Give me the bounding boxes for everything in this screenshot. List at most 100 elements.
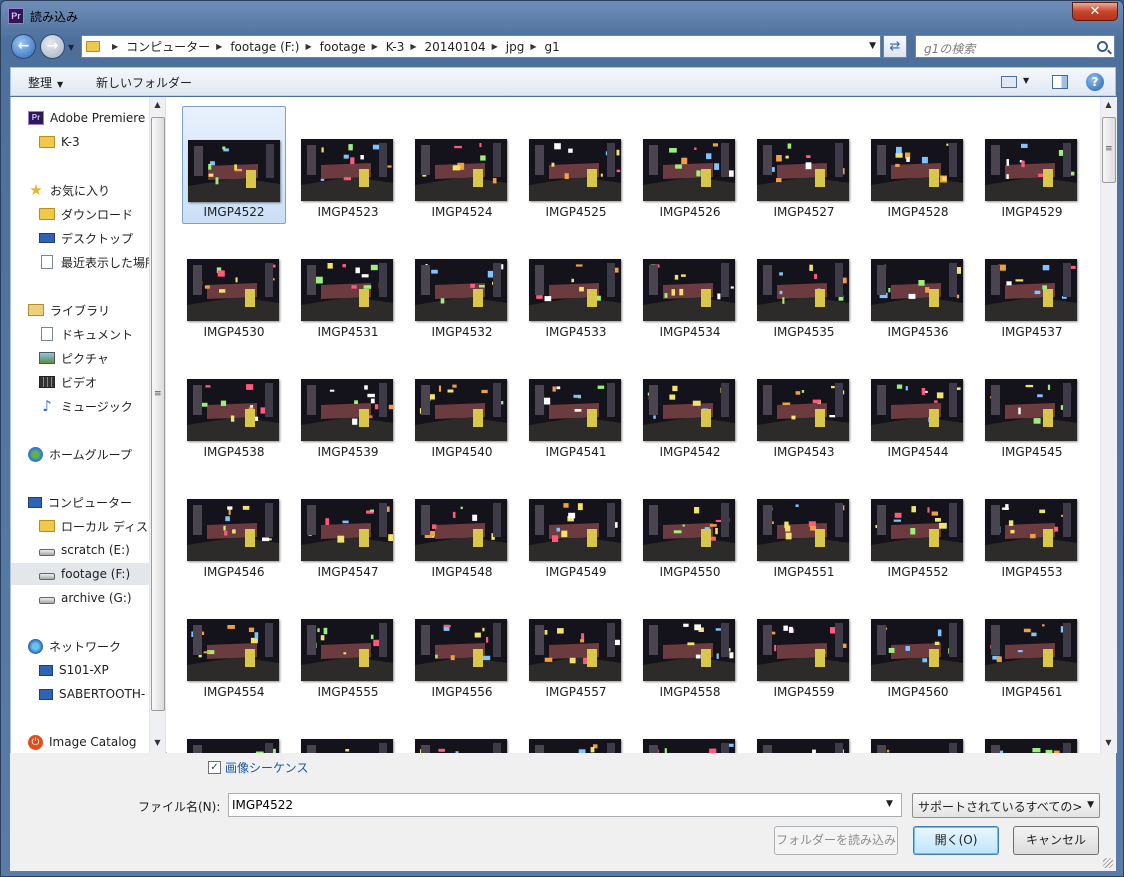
- sidebar-item[interactable]: footage (F:): [11, 563, 149, 585]
- file-type-select[interactable]: サポートされているすべての> ▼: [912, 793, 1100, 818]
- sidebar-item[interactable]: K-3: [11, 131, 149, 153]
- sidebar-item[interactable]: ⏻ Image Catalog: [11, 731, 149, 753]
- refresh-button[interactable]: ⇄: [883, 35, 907, 58]
- breadcrumb-arrow-icon[interactable]: ▶: [530, 42, 536, 51]
- recent-pages-dropdown-icon[interactable]: ▼: [68, 43, 74, 52]
- file-item[interactable]: IMGP4544: [866, 346, 970, 464]
- breadcrumb-arrow-icon[interactable]: ▶: [216, 42, 222, 51]
- file-item[interactable]: IMGP4532: [410, 226, 514, 344]
- view-options-dropdown-icon[interactable]: ▼: [1023, 76, 1029, 85]
- breadcrumb-item[interactable]: 20140104 ▶: [425, 38, 506, 55]
- file-item[interactable]: IMGP4543: [752, 346, 856, 464]
- file-item[interactable]: [524, 706, 628, 753]
- file-item[interactable]: IMGP4530: [182, 226, 286, 344]
- scroll-down-icon[interactable]: ▼: [1101, 735, 1116, 751]
- file-item[interactable]: IMGP4538: [182, 346, 286, 464]
- breadcrumb-item[interactable]: コンピューター ▶: [126, 38, 230, 55]
- scroll-up-icon[interactable]: ▲: [150, 97, 165, 113]
- change-view-icon[interactable]: [1001, 76, 1017, 88]
- back-button[interactable]: ←: [11, 34, 36, 59]
- sidebar-item[interactable]: ♪ ミュージック: [11, 395, 149, 417]
- file-item[interactable]: [638, 706, 742, 753]
- sidebar-item[interactable]: ホームグループ: [11, 443, 149, 465]
- file-item[interactable]: IMGP4551: [752, 466, 856, 584]
- file-item[interactable]: [296, 706, 400, 753]
- cancel-button[interactable]: キャンセル: [1013, 826, 1099, 855]
- file-item[interactable]: IMGP4527: [752, 106, 856, 224]
- file-item[interactable]: IMGP4555: [296, 586, 400, 704]
- file-item[interactable]: IMGP4528: [866, 106, 970, 224]
- open-button[interactable]: 開く(O): [913, 826, 999, 855]
- file-item[interactable]: IMGP4548: [410, 466, 514, 584]
- file-item[interactable]: IMGP4526: [638, 106, 742, 224]
- file-item[interactable]: IMGP4534: [638, 226, 742, 344]
- breadcrumb-arrow-icon[interactable]: ▶: [306, 42, 312, 51]
- file-item[interactable]: IMGP4524: [410, 106, 514, 224]
- file-item[interactable]: IMGP4533: [524, 226, 628, 344]
- file-item[interactable]: [980, 706, 1084, 753]
- address-dropdown-icon[interactable]: ▼: [869, 41, 876, 51]
- sidebar-item[interactable]: ネットワーク: [11, 635, 149, 657]
- breadcrumb-item[interactable]: K-3 ▶: [386, 38, 425, 55]
- sidebar-item[interactable]: ピクチャ: [11, 347, 149, 369]
- file-list-scrollbar[interactable]: ▲ ≡ ▼: [1100, 97, 1117, 753]
- sidebar-item[interactable]: SABERTOOTH-: [11, 683, 149, 705]
- scroll-down-icon[interactable]: ▼: [150, 735, 165, 751]
- sidebar-item[interactable]: ローカル ディスク: [11, 515, 149, 537]
- file-item[interactable]: IMGP4523: [296, 106, 400, 224]
- file-item[interactable]: IMGP4522: [182, 106, 286, 224]
- filename-history-dropdown-icon[interactable]: ▼: [886, 799, 893, 809]
- file-item[interactable]: [182, 706, 286, 753]
- scroll-up-icon[interactable]: ▲: [1101, 97, 1116, 113]
- file-item[interactable]: IMGP4561: [980, 586, 1084, 704]
- organize-button[interactable]: 整理 ▼: [28, 74, 63, 91]
- image-sequence-option[interactable]: ✓ 画像シーケンス: [208, 759, 308, 776]
- breadcrumb-item[interactable]: footage ▶: [320, 38, 386, 55]
- file-item[interactable]: [866, 706, 970, 753]
- file-item[interactable]: IMGP4529: [980, 106, 1084, 224]
- new-folder-button[interactable]: 新しいフォルダー: [96, 74, 192, 91]
- file-item[interactable]: IMGP4560: [866, 586, 970, 704]
- file-item[interactable]: IMGP4549: [524, 466, 628, 584]
- sidebar-item[interactable]: 最近表示した場所: [11, 251, 149, 273]
- sidebar-item[interactable]: コンピューター: [11, 491, 149, 513]
- sidebar-item[interactable]: デスクトップ: [11, 227, 149, 249]
- file-item[interactable]: IMGP4545: [980, 346, 1084, 464]
- file-item[interactable]: [410, 706, 514, 753]
- file-item[interactable]: IMGP4542: [638, 346, 742, 464]
- breadcrumb-root-arrow[interactable]: ▶: [106, 42, 126, 51]
- search-box[interactable]: g1の検索: [915, 35, 1115, 58]
- file-item[interactable]: IMGP4547: [296, 466, 400, 584]
- address-bar[interactable]: ▶ コンピューター ▶ footage (F:) ▶ footage ▶ K-3 ▶ 20140…: [81, 35, 881, 58]
- navigation-pane-scrollbar[interactable]: ▲ ≡ ▼: [149, 97, 165, 753]
- breadcrumb-item[interactable]: jpg ▶: [506, 38, 545, 55]
- file-item[interactable]: IMGP4558: [638, 586, 742, 704]
- filename-input[interactable]: IMGP4522: [228, 793, 902, 817]
- sidebar-item[interactable]: Pr Adobe Premiere: [11, 107, 149, 129]
- sidebar-item[interactable]: ★ お気に入り: [11, 179, 149, 201]
- import-folder-button[interactable]: フォルダーを読み込み: [774, 826, 898, 855]
- title-bar[interactable]: Pr 読み込み ✕: [1, 1, 1123, 31]
- breadcrumb-item[interactable]: g1: [544, 38, 559, 55]
- file-item[interactable]: IMGP4541: [524, 346, 628, 464]
- preview-pane-icon[interactable]: [1052, 75, 1068, 89]
- file-item[interactable]: IMGP4553: [980, 466, 1084, 584]
- image-sequence-label[interactable]: 画像シーケンス: [225, 759, 308, 776]
- image-sequence-checkbox[interactable]: ✓: [208, 761, 221, 774]
- help-icon[interactable]: ?: [1086, 73, 1104, 91]
- file-item[interactable]: IMGP4536: [866, 226, 970, 344]
- sidebar-item[interactable]: scratch (E:): [11, 539, 149, 561]
- sidebar-item[interactable]: ビデオ: [11, 371, 149, 393]
- resize-grip-icon[interactable]: [1103, 858, 1113, 868]
- file-item[interactable]: IMGP4559: [752, 586, 856, 704]
- sidebar-item[interactable]: ドキュメント: [11, 323, 149, 345]
- forward-button[interactable]: →: [40, 34, 65, 59]
- file-item[interactable]: IMGP4525: [524, 106, 628, 224]
- file-item[interactable]: IMGP4535: [752, 226, 856, 344]
- file-item[interactable]: IMGP4540: [410, 346, 514, 464]
- sidebar-item[interactable]: archive (G:): [11, 587, 149, 609]
- file-item[interactable]: IMGP4554: [182, 586, 286, 704]
- breadcrumb-arrow-icon[interactable]: ▶: [372, 42, 378, 51]
- file-item[interactable]: [752, 706, 856, 753]
- close-button[interactable]: ✕: [1072, 2, 1118, 21]
